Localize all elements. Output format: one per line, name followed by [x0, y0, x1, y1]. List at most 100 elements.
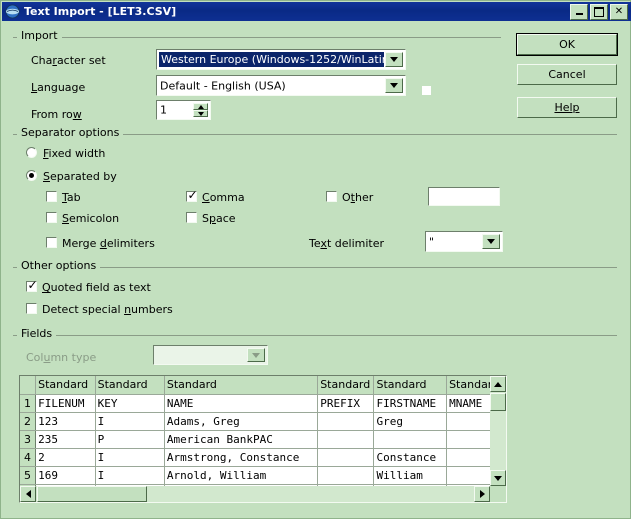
ok-button-label: OK: [559, 38, 575, 51]
grid-cell: P: [95, 430, 165, 449]
grid-horizontal-scrollbar[interactable]: [20, 486, 490, 502]
grid-cell: [317, 430, 375, 449]
grid-cell: 2: [35, 448, 96, 467]
other-checkbox[interactable]: [326, 191, 337, 202]
chevron-down-icon[interactable]: [482, 234, 500, 249]
stepper-up-icon[interactable]: [193, 103, 208, 110]
grid-column-header[interactable]: Standard: [317, 376, 375, 395]
grid-row-number: 2: [20, 412, 37, 431]
grid-cell: American BankPAC: [164, 430, 319, 449]
chevron-down-icon[interactable]: [385, 52, 403, 67]
grid-cell: [318, 502, 374, 503]
grid-column-header[interactable]: Standard: [164, 376, 319, 395]
table-row: 4 2 I Armstrong, Constance Constance: [20, 448, 506, 467]
semicolon-label: Semicolon: [62, 212, 120, 225]
grid-column-header[interactable]: Standard: [35, 376, 96, 395]
from-row-stepper[interactable]: [193, 103, 208, 117]
column-type-combo[interactable]: [153, 345, 268, 365]
separated-by-radio[interactable]: [26, 170, 37, 181]
grid-row-number: 1: [20, 394, 37, 413]
character-set-combo[interactable]: Western Europe (Windows-1252/WinLatin 1): [156, 49, 406, 70]
grid-cell: [317, 412, 375, 431]
import-group-label: Import: [17, 30, 62, 42]
grid-cell: FIRSTNAME: [373, 394, 448, 413]
character-set-label: Character set: [31, 54, 106, 67]
scroll-right-button[interactable]: [474, 486, 490, 502]
grid-column-header[interactable]: Standard: [95, 376, 165, 395]
grid-row-number: 5: [20, 466, 37, 485]
stepper-down-icon[interactable]: [193, 110, 208, 117]
close-button[interactable]: ✕: [610, 3, 628, 20]
cancel-button[interactable]: Cancel: [517, 64, 617, 85]
quoted-field-as-text-checkbox[interactable]: ✓: [26, 278, 38, 292]
separator-options-group-label: Separator options: [17, 127, 124, 139]
grid-cell: 123: [35, 412, 96, 431]
table-row: 5 169 I Arnold, William William: [20, 466, 506, 485]
import-preview-grid[interactable]: Standard Standard Standard Standard Standard…: [19, 375, 507, 503]
table-row: 3 235 P American BankPAC: [20, 430, 506, 449]
grid-cell: Constance: [373, 448, 448, 467]
language-value: Default - English (USA): [160, 79, 286, 92]
grid-cell: 235: [35, 430, 96, 449]
grid-cell: 196: [36, 502, 96, 503]
separated-by-label: Separated by: [43, 170, 117, 183]
comma-checkbox[interactable]: ✓: [186, 188, 198, 202]
other-separator-input[interactable]: [428, 187, 500, 206]
chevron-down-icon[interactable]: [247, 348, 265, 362]
minimize-button[interactable]: [570, 3, 588, 20]
table-row: 7196IBabka, Shirley Shirley: [20, 502, 506, 503]
space-checkbox[interactable]: [186, 212, 197, 223]
semicolon-checkbox[interactable]: [46, 212, 57, 223]
grid-cell: KEY: [95, 394, 165, 413]
grid-column-type-header-row: Standard Standard Standard Standard Standard…: [20, 376, 506, 395]
grid-row-number: 4: [20, 448, 37, 467]
check-icon: ✓: [187, 188, 198, 202]
detect-special-numbers-checkbox[interactable]: [26, 303, 37, 314]
grid-cell: [317, 466, 375, 485]
grid-cell: Armstrong, Constance: [164, 448, 319, 467]
scroll-left-button[interactable]: [20, 486, 36, 502]
grid-cell: I: [95, 502, 164, 503]
vertical-scroll-thumb[interactable]: [490, 393, 506, 411]
check-icon: ✓: [27, 278, 38, 292]
quoted-field-as-text-label: Quoted field as text: [42, 281, 151, 294]
text-delimiter-value: ": [429, 235, 435, 248]
maximize-button[interactable]: [590, 3, 608, 20]
grid-row-number: 7: [20, 502, 36, 503]
scrollbar-corner: [490, 486, 506, 502]
window-title: Text Import - [LET3.CSV]: [24, 5, 177, 18]
tab-checkbox[interactable]: [46, 191, 57, 202]
from-row-label: From row: [31, 108, 82, 121]
from-row-value: 1: [160, 103, 167, 117]
help-button-label: Help: [554, 101, 580, 114]
grid-cell: I: [95, 448, 165, 467]
grid-cell: Adams, Greg: [164, 412, 319, 431]
grid-cell: FILENUM: [35, 394, 96, 413]
scroll-down-button[interactable]: [490, 470, 506, 486]
merge-delimiters-checkbox[interactable]: [46, 237, 57, 248]
language-combo[interactable]: Default - English (USA): [156, 75, 406, 96]
from-row-spinner[interactable]: 1: [156, 100, 211, 120]
calc-document-icon: [5, 4, 20, 19]
text-delimiter-label: Text delimiter: [309, 237, 384, 250]
text-delimiter-combo[interactable]: ": [425, 231, 503, 252]
help-button[interactable]: Help: [517, 97, 617, 118]
language-indicator-box: [422, 86, 431, 95]
ok-button[interactable]: OK: [516, 33, 618, 56]
comma-label: Comma: [202, 191, 245, 204]
grid-cell: I: [95, 466, 165, 485]
other-label: Other: [342, 191, 374, 204]
scroll-up-button[interactable]: [490, 376, 506, 392]
fixed-width-radio[interactable]: [26, 147, 37, 158]
grid-cell: PREFIX: [317, 394, 375, 413]
grid-vertical-scrollbar[interactable]: [490, 376, 506, 486]
grid-cell: 169: [35, 466, 96, 485]
grid-column-header[interactable]: Standard: [373, 376, 448, 395]
title-bar[interactable]: Text Import - [LET3.CSV] ✕: [2, 2, 631, 21]
grid-cell: [373, 430, 448, 449]
space-label: Space: [202, 212, 236, 225]
chevron-down-icon[interactable]: [385, 78, 403, 93]
horizontal-scroll-thumb[interactable]: [37, 486, 147, 502]
column-type-label: Column type: [26, 351, 97, 364]
tab-label: Tab: [62, 191, 81, 204]
